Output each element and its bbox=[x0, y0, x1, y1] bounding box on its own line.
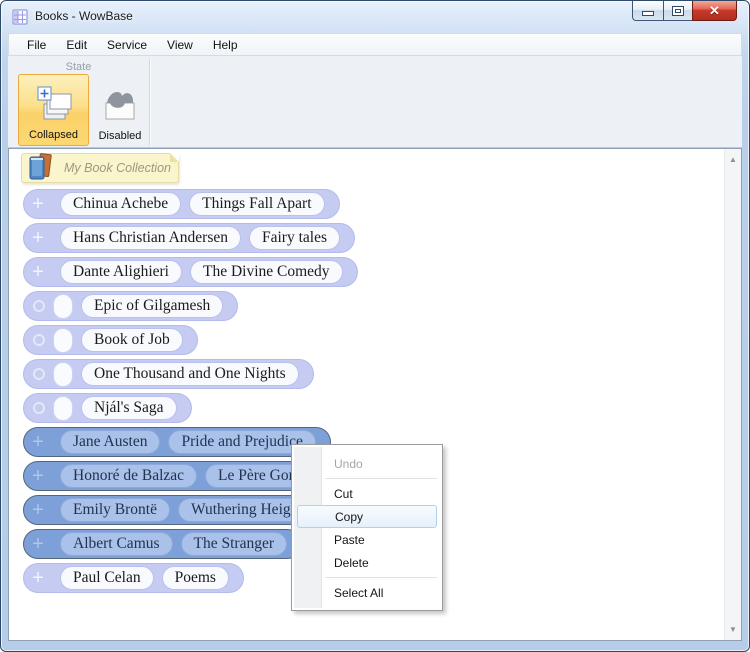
expand-plus-icon[interactable]: + bbox=[24, 463, 52, 489]
window-controls: ✕ bbox=[632, 1, 737, 21]
book-row[interactable]: + Chinua Achebe Things Fall Apart bbox=[23, 189, 340, 219]
close-icon: ✕ bbox=[709, 2, 720, 18]
book-row-selected[interactable]: + Jane Austen Pride and Prejudice bbox=[23, 427, 331, 457]
empty-author-pill[interactable] bbox=[53, 327, 73, 353]
collapsed-cards-plus-icon bbox=[37, 86, 71, 120]
app-grid-icon bbox=[12, 9, 28, 25]
close-button[interactable]: ✕ bbox=[692, 1, 737, 21]
book-row-selected[interactable]: + Albert Camus The Stranger bbox=[23, 529, 303, 559]
book-row[interactable]: Njál's Saga bbox=[23, 393, 192, 423]
books-icon bbox=[29, 153, 52, 180]
title-pill[interactable]: Njál's Saga bbox=[81, 396, 177, 420]
context-menu: Undo Cut Copy Paste Delete Select All bbox=[291, 444, 443, 611]
menu-separator bbox=[325, 577, 437, 578]
leaf-circle-icon bbox=[33, 334, 45, 346]
collapsed-button-label: Collapsed bbox=[29, 129, 78, 141]
menu-item-paste[interactable]: Paste bbox=[294, 528, 440, 551]
maximize-button[interactable] bbox=[663, 1, 693, 21]
author-pill[interactable]: Dante Alighieri bbox=[60, 260, 182, 284]
title-pill[interactable]: One Thousand and One Nights bbox=[81, 362, 299, 386]
disabled-button-label: Disabled bbox=[98, 130, 142, 142]
leaf-circle-icon bbox=[33, 402, 45, 414]
expand-plus-icon[interactable]: + bbox=[24, 497, 52, 523]
expand-plus-icon[interactable]: + bbox=[24, 429, 52, 455]
leaf-circle-icon bbox=[33, 300, 45, 312]
book-row[interactable]: Book of Job bbox=[23, 325, 198, 355]
minimize-icon bbox=[642, 11, 654, 16]
book-row[interactable]: One Thousand and One Nights bbox=[23, 359, 314, 389]
title-pill[interactable]: Things Fall Apart bbox=[189, 192, 325, 216]
vertical-scrollbar[interactable]: ▲ ▼ bbox=[724, 149, 741, 640]
maximize-icon bbox=[672, 5, 684, 16]
book-row[interactable]: + Paul Celan Poems bbox=[23, 563, 244, 593]
empty-author-pill[interactable] bbox=[53, 395, 73, 421]
expand-plus-icon[interactable]: + bbox=[24, 259, 52, 285]
menu-item-help[interactable]: Help bbox=[203, 35, 248, 55]
expand-plus-icon[interactable]: + bbox=[24, 191, 52, 217]
menu-item-file[interactable]: File bbox=[17, 35, 56, 55]
menu-item-cut[interactable]: Cut bbox=[294, 482, 440, 505]
title-pill[interactable]: Epic of Gilgamesh bbox=[81, 294, 224, 318]
leaf-circle-icon bbox=[33, 368, 45, 380]
menu-item-service[interactable]: Service bbox=[97, 35, 157, 55]
expand-plus-icon[interactable]: + bbox=[24, 531, 52, 557]
collapsed-toggle-button[interactable]: Collapsed bbox=[18, 74, 89, 146]
collection-header-label: My Book Collection bbox=[64, 161, 171, 175]
menu-item-delete[interactable]: Delete bbox=[294, 551, 440, 574]
menu-item-select-all[interactable]: Select All bbox=[294, 581, 440, 604]
title-bar[interactable]: Books - WowBase ✕ bbox=[1, 1, 749, 33]
book-row-selected[interactable]: + Emily Brontë Wuthering Heights bbox=[23, 495, 337, 525]
menu-bar: File Edit Service View Help bbox=[8, 33, 742, 56]
title-pill[interactable]: The Divine Comedy bbox=[190, 260, 343, 284]
author-pill[interactable]: Paul Celan bbox=[60, 566, 154, 590]
book-row[interactable]: Epic of Gilgamesh bbox=[23, 291, 239, 321]
menu-item-view[interactable]: View bbox=[157, 35, 203, 55]
menu-item-undo[interactable]: Undo bbox=[294, 452, 440, 475]
empty-author-pill[interactable] bbox=[53, 293, 73, 319]
author-pill[interactable]: Jane Austen bbox=[60, 430, 161, 454]
menu-item-edit[interactable]: Edit bbox=[56, 35, 97, 55]
ribbon-group-label: State bbox=[65, 61, 92, 73]
ribbon-toolbar: State Collapsed Disabled bbox=[8, 56, 742, 148]
title-pill[interactable]: Book of Job bbox=[81, 328, 183, 352]
author-pill[interactable]: Hans Christian Andersen bbox=[60, 226, 241, 250]
app-window: Books - WowBase ✕ File Edit Service View… bbox=[0, 0, 750, 652]
title-pill[interactable]: Fairy tales bbox=[248, 226, 340, 250]
window-title: Books - WowBase bbox=[35, 9, 133, 23]
ribbon-group-divider bbox=[149, 59, 150, 145]
author-pill[interactable]: Chinua Achebe bbox=[60, 192, 182, 216]
book-row[interactable]: + Hans Christian Andersen Fairy tales bbox=[23, 223, 355, 253]
expand-plus-icon[interactable]: + bbox=[24, 225, 52, 251]
book-row[interactable]: + Dante Alighieri The Divine Comedy bbox=[23, 257, 358, 287]
menu-separator bbox=[325, 478, 437, 479]
minimize-button[interactable] bbox=[632, 1, 664, 21]
title-pill[interactable]: The Stranger bbox=[180, 532, 288, 556]
disabled-gray-card-icon bbox=[105, 91, 135, 120]
expand-plus-icon[interactable]: + bbox=[24, 565, 52, 591]
empty-author-pill[interactable] bbox=[53, 361, 73, 387]
title-pill[interactable]: Poems bbox=[161, 566, 229, 590]
collection-header[interactable]: My Book Collection bbox=[21, 153, 179, 183]
scroll-down-icon[interactable]: ▼ bbox=[725, 621, 741, 638]
author-pill[interactable]: Emily Brontë bbox=[60, 498, 170, 522]
author-pill[interactable]: Honoré de Balzac bbox=[60, 464, 198, 488]
author-pill[interactable]: Albert Camus bbox=[60, 532, 173, 556]
menu-item-copy[interactable]: Copy bbox=[297, 505, 437, 528]
disabled-toggle-button[interactable]: Disabled bbox=[92, 74, 148, 146]
scroll-up-icon[interactable]: ▲ bbox=[725, 151, 741, 168]
